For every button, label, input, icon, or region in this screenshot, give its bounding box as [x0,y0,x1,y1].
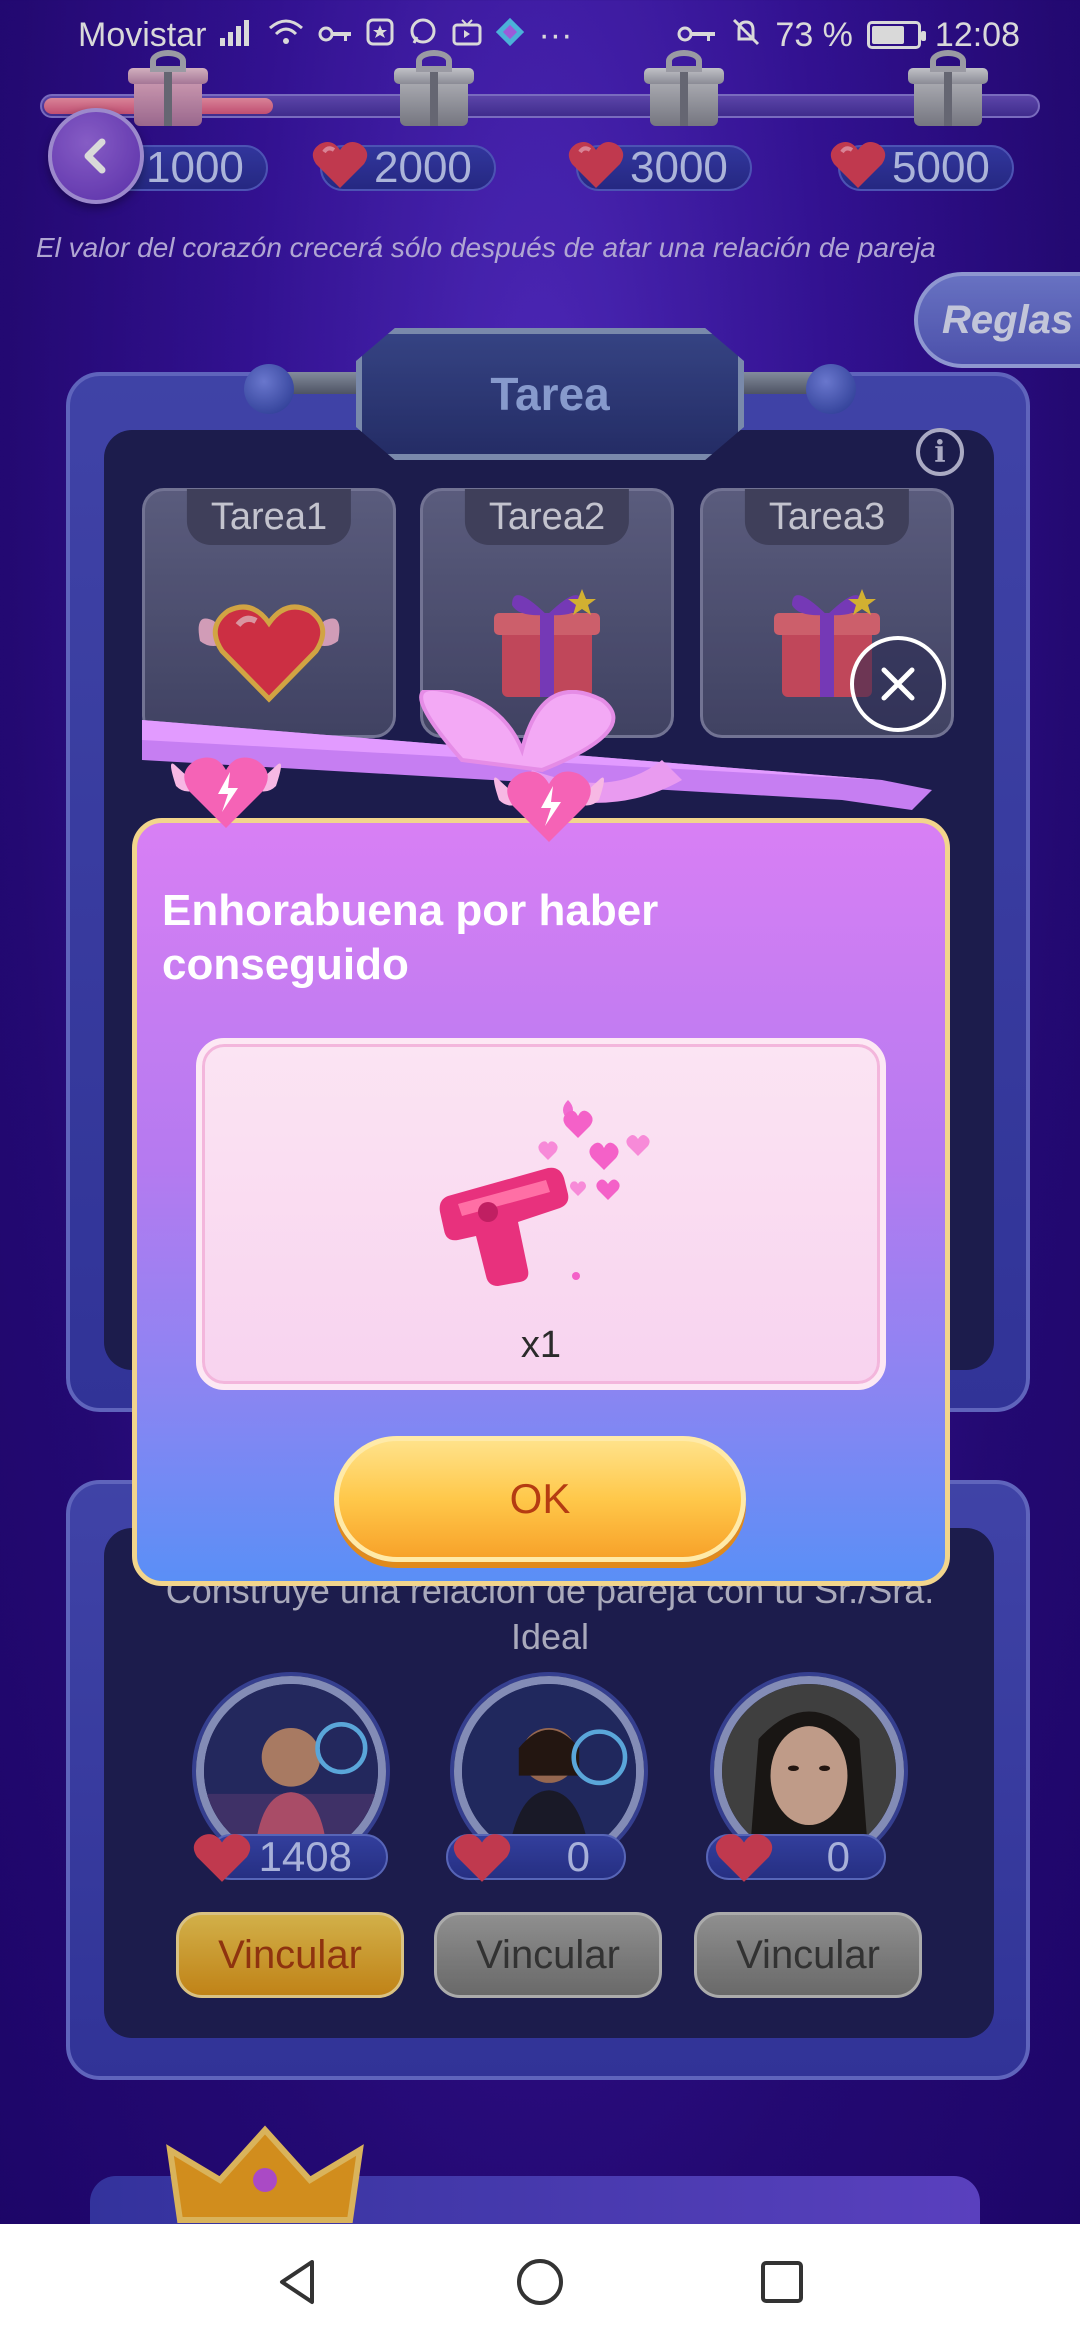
back-triangle-icon[interactable] [272,2256,324,2308]
close-icon [881,667,915,701]
ok-label: OK [509,1475,571,1522]
ok-button[interactable]: OK [334,1436,746,1562]
heart-gun-icon [439,1100,650,1286]
winged-heart-icon [494,771,604,842]
prize-count: x1 [520,1324,562,1366]
system-nav-bar [0,2224,1080,2340]
modal-title: Enhorabuena por haber conseguido [162,886,659,989]
home-circle-icon[interactable] [514,2256,566,2308]
close-button[interactable] [850,636,946,732]
recents-square-icon[interactable] [756,2256,808,2308]
winged-heart-icon [171,757,281,828]
